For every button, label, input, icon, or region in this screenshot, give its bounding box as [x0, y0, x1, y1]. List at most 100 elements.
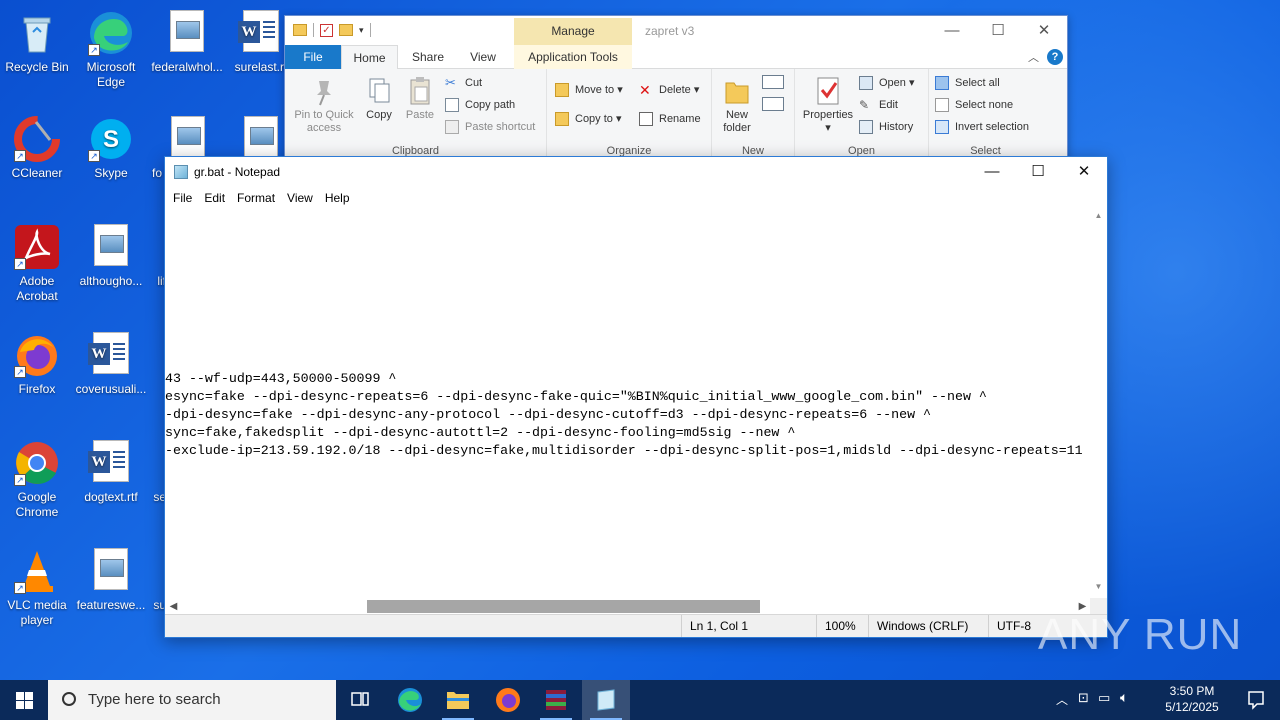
easy-access-icon[interactable] — [762, 97, 784, 111]
invert-selection-button[interactable]: Invert selection — [935, 118, 1029, 136]
collapse-ribbon-icon[interactable]: ︿ — [1028, 49, 1039, 65]
file-label: se — [153, 490, 166, 504]
new-folder-button[interactable]: New folder — [716, 75, 758, 135]
scroll-up-icon[interactable]: ▲ — [1090, 211, 1107, 225]
notepad-titlebar[interactable]: gr.bat - Notepad — ☐ ✕ — [165, 157, 1107, 187]
properties-qat-icon[interactable]: ✓ — [320, 23, 333, 37]
vlc-icon[interactable]: ↗ VLC media player — [0, 548, 74, 628]
paste-button[interactable]: Paste — [399, 75, 441, 122]
start-button[interactable] — [0, 680, 48, 720]
explorer-titlebar[interactable]: ✓ ▾ Manage zapret v3 — ☐ ✕ — [285, 16, 1067, 45]
minimize-icon[interactable]: — — [929, 16, 975, 45]
recycle-bin-icon[interactable]: Recycle Bin — [0, 10, 74, 75]
text-line: 43 --wf-udp=443,50000-50099 ^ — [165, 371, 397, 386]
vlc-glyph: ↗ — [14, 548, 60, 594]
horizontal-scroll-thumb[interactable] — [367, 600, 760, 613]
scroll-left-icon[interactable]: ◀ — [165, 598, 182, 615]
open-icon — [859, 76, 873, 90]
history-button[interactable]: History — [859, 118, 913, 136]
cut-button[interactable]: ✂ Cut — [445, 74, 482, 92]
taskbar-explorer-button[interactable] — [434, 680, 482, 720]
menu-view[interactable]: View — [281, 187, 319, 209]
tab-file[interactable]: File — [285, 45, 341, 69]
desktop-file-lif[interactable]: lif — [126, 224, 166, 289]
move-to-button[interactable]: Move to ▾ — [555, 81, 623, 99]
google-chrome-icon[interactable]: ↗ Google Chrome — [0, 440, 74, 520]
menu-edit[interactable]: Edit — [198, 187, 231, 209]
firefox-icon[interactable]: ↗ Firefox — [0, 332, 74, 397]
rename-button[interactable]: Rename — [639, 110, 701, 128]
select-none-button[interactable]: Select none — [935, 96, 1013, 114]
volume-icon[interactable]: 🔈︎ — [1120, 689, 1128, 706]
menu-help[interactable]: Help — [319, 187, 356, 209]
show-hidden-icons-icon[interactable]: ︿ — [1056, 691, 1068, 708]
tab-home[interactable]: Home — [341, 45, 398, 70]
tab-application-tools[interactable]: Application Tools — [514, 45, 632, 69]
desktop-file-federalwhol[interactable]: federalwhol... — [150, 10, 224, 75]
close-icon[interactable]: ✕ — [1061, 157, 1107, 187]
pin-label: Pin to Quick access — [294, 109, 354, 134]
skype-icon[interactable]: S ↗ Skype — [74, 116, 148, 181]
maximize-icon[interactable]: ☐ — [975, 16, 1021, 45]
notification-center-button[interactable] — [1232, 680, 1280, 720]
vertical-scrollbar[interactable]: ▲ ▼ — [1090, 209, 1107, 598]
desktop-file-se[interactable]: se — [126, 440, 166, 505]
file-explorer-window[interactable]: ✓ ▾ Manage zapret v3 — ☐ ✕ File Home Sha… — [284, 15, 1068, 160]
taskbar-search-box[interactable]: Type here to search — [48, 680, 336, 720]
desktop-file-coverusuali[interactable]: W coverusuali... — [74, 332, 148, 397]
delete-button[interactable]: ✕ Delete ▾ — [639, 81, 699, 99]
word-file-icon: W — [238, 10, 284, 56]
scroll-down-icon[interactable]: ▼ — [1090, 582, 1107, 596]
close-icon[interactable]: ✕ — [1021, 16, 1067, 45]
desktop-file-su[interactable]: su — [126, 548, 166, 613]
edit-button[interactable]: ✎ Edit — [859, 96, 898, 114]
select-none-icon — [935, 98, 949, 112]
manage-contextual-tab[interactable]: Manage — [514, 18, 632, 45]
pin-quick-access-button[interactable]: Pin to Quick access — [289, 75, 359, 135]
open-button[interactable]: Open ▾ — [859, 74, 915, 92]
delete-label: Delete — [659, 84, 691, 96]
paste-label: Paste — [405, 109, 435, 121]
organize-group: Move to ▾ Copy to ▾ ✕ Delete ▾ Rename Or… — [547, 69, 712, 159]
new-item-icon[interactable] — [762, 75, 784, 89]
text-editor-area[interactable]: 43 --wf-udp=443,50000-50099 ^ esync=fake … — [165, 209, 1091, 598]
ribbon-tab-bar: File Home Share View Application Tools ︿… — [285, 45, 1067, 70]
rename-label: Rename — [659, 113, 701, 125]
taskbar-clock[interactable]: 3:50 PM 5/12/2025 — [1152, 683, 1232, 715]
paste-shortcut-button[interactable]: Paste shortcut — [445, 118, 535, 136]
display-icon[interactable]: ▭ — [1098, 690, 1110, 706]
help-icon[interactable]: ? — [1047, 49, 1063, 65]
edit-icon: ✎ — [859, 98, 870, 112]
minimize-icon[interactable]: — — [969, 157, 1015, 187]
menu-format[interactable]: Format — [231, 187, 281, 209]
menu-file[interactable]: File — [167, 187, 198, 209]
tab-view[interactable]: View — [458, 45, 508, 69]
adobe-acrobat-icon[interactable]: ↗ Adobe Acrobat — [0, 224, 74, 304]
notepad-window[interactable]: gr.bat - Notepad — ☐ ✕ File Edit Format … — [164, 156, 1108, 638]
copy-path-button[interactable]: Copy path — [445, 96, 515, 114]
customize-qat-icon[interactable]: ▾ — [359, 25, 364, 36]
taskbar-firefox-button[interactable] — [484, 680, 532, 720]
horizontal-scrollbar[interactable]: ◀ ▶ — [165, 598, 1091, 615]
select-all-button[interactable]: Select all — [935, 74, 1000, 92]
vlc-label: VLC media player — [7, 598, 67, 627]
shortcut-arrow-icon: ↗ — [14, 474, 26, 486]
word-file-icon: W — [88, 332, 134, 378]
microsoft-edge-icon[interactable]: ↗ Microsoft Edge — [74, 10, 148, 90]
anyrun-watermark-logo: ANY RUN — [1038, 610, 1243, 659]
new-folder-qat-icon[interactable] — [339, 24, 353, 36]
shortcut-arrow-icon: ↗ — [14, 150, 26, 162]
taskbar-edge-button[interactable] — [386, 680, 434, 720]
maximize-icon[interactable]: ☐ — [1015, 157, 1061, 187]
copy-to-button[interactable]: Copy to ▾ — [555, 110, 622, 128]
properties-button[interactable]: Properties ▾ — [799, 75, 857, 135]
edge-glyph: ↗ — [88, 10, 134, 56]
network-icon[interactable]: ⊡ — [1078, 690, 1089, 706]
taskbar-winrar-button[interactable] — [532, 680, 580, 720]
text-line: sync=fake,fakedsplit --dpi-desync-autott… — [165, 425, 796, 440]
copy-button[interactable]: Copy — [359, 75, 399, 122]
taskbar-notepad-button[interactable] — [582, 680, 630, 720]
tab-share[interactable]: Share — [402, 45, 454, 69]
ccleaner-icon[interactable]: ↗ CCleaner — [0, 116, 74, 181]
task-view-button[interactable] — [336, 680, 384, 720]
